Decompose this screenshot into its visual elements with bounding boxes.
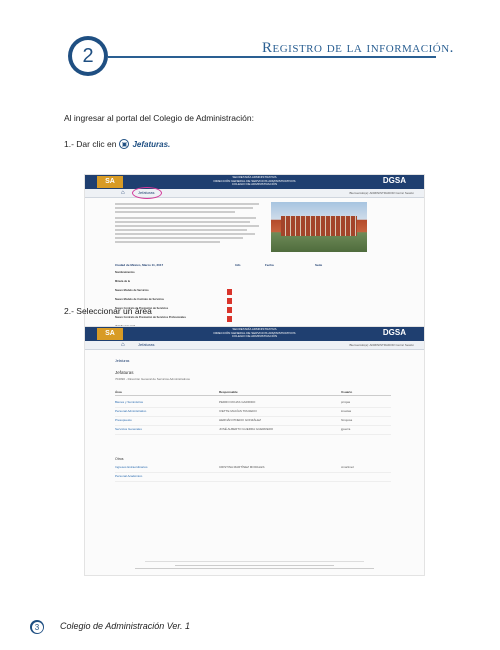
section-title: Registro de la información. bbox=[262, 40, 454, 56]
page-number-badge: 3 bbox=[30, 620, 44, 634]
document-title: Nombramientos bbox=[115, 271, 135, 274]
jefaturas-heading: Jefaturas bbox=[115, 370, 134, 375]
area-responsible: HERNÁN PINEDO GONZÁLEZ bbox=[219, 418, 262, 422]
col-info: Info bbox=[235, 263, 241, 267]
col-area: Área bbox=[115, 390, 122, 394]
section-number: 2 bbox=[72, 40, 104, 72]
document-title: Nuevo Modelo de Servicios bbox=[115, 289, 149, 292]
area-row: Servicios Generales JOSÉ ALBERTO GUERRA G… bbox=[115, 427, 391, 435]
otros-heading: Otros bbox=[115, 457, 124, 461]
document-row[interactable]: Nuevo Modelo de Servicios bbox=[115, 289, 365, 296]
areas-table-header: Área Responsable Usuario bbox=[115, 390, 391, 396]
campus-photo bbox=[271, 202, 367, 252]
pdf-icon[interactable] bbox=[227, 316, 232, 322]
col-fecha: Fecha bbox=[265, 263, 274, 267]
area-row: Presupuesto HERNÁN PINEDO GONZÁLEZ hinojos… bbox=[115, 418, 391, 426]
highlight-oval bbox=[132, 187, 162, 199]
area-user: imacias bbox=[341, 409, 352, 413]
document-row[interactable]: Nuevo Contrato de Prestación de Servicio… bbox=[115, 316, 365, 323]
pdf-icon[interactable] bbox=[227, 298, 232, 304]
area-responsible: IVETTE MACÍAS TRUJEDO bbox=[219, 409, 257, 413]
step-2: 2.- Seleccionar un área bbox=[64, 306, 152, 316]
area-link[interactable]: Ingresos Extraordinarios bbox=[115, 465, 148, 469]
page-number: 3 bbox=[31, 621, 43, 633]
jefaturas-breadcrumb[interactable]: Jefaturas bbox=[115, 359, 129, 363]
home-icon[interactable]: ⌂ bbox=[121, 342, 125, 348]
portal-footer bbox=[85, 561, 424, 571]
document-row[interactable]: Nombramientos bbox=[115, 271, 365, 278]
building bbox=[281, 216, 357, 236]
portal-navbar: ⌂ Jefaturas Bienvenido(a): ADMINISTRADOR… bbox=[85, 341, 424, 350]
dependency-subtitle: 704090 - Dirección General de Servicios … bbox=[115, 377, 190, 381]
nav-jefaturas[interactable]: Jefaturas bbox=[138, 342, 154, 347]
col-usuario: Usuario bbox=[341, 390, 353, 394]
jefaturas-icon: ▣ bbox=[119, 139, 130, 149]
pdf-icon[interactable] bbox=[227, 307, 232, 313]
area-row: Bienes y Suministros PEDRO ROJAS GARRIDO p… bbox=[115, 400, 391, 408]
table-title: Ciudad de México, Marzo 11, 2017 bbox=[115, 263, 164, 267]
area-row: Personal Administrativo IVETTE MACÍAS TRU… bbox=[115, 409, 391, 417]
banner-line: COLEGIO DE ADMINISTRACIÓN bbox=[231, 182, 278, 187]
footer-text: Colegio de Administración Ver. 1 bbox=[60, 621, 191, 631]
intro-text: Al ingresar al portal del Colegio de Adm… bbox=[64, 113, 254, 123]
step-1: 1.- Dar clic en ▣ Jefaturas. bbox=[64, 139, 170, 149]
document-title: Nuevo Modelo de Contrato de Servicios bbox=[115, 298, 165, 301]
document-row[interactable]: Nuevo Modelo de Contrato de Servicios bbox=[115, 298, 365, 305]
portal-screenshot-jefaturas: SA SECRETARÍA ADMINISTRATIVA DIRECCIÓN G… bbox=[84, 326, 425, 576]
home-icon[interactable]: ⌂ bbox=[121, 190, 125, 196]
document-title: Nuevo Contrato de Prestación de Servicio… bbox=[115, 316, 186, 319]
portal-banner: SA SECRETARÍA ADMINISTRATIVA DIRECCIÓN G… bbox=[85, 327, 424, 341]
area-responsible: PEDRO ROJAS GARRIDO bbox=[219, 400, 256, 404]
area-link[interactable]: Personal Académico bbox=[115, 474, 142, 478]
area-responsible: JOSÉ ALBERTO GUERRA GUERRERO bbox=[219, 427, 274, 431]
area-user: cmartinez bbox=[341, 465, 355, 469]
area-user: prrojas bbox=[341, 400, 351, 404]
area-link[interactable]: Personal Administrativo bbox=[115, 409, 146, 413]
dgsa-logo: DGSA bbox=[382, 328, 406, 337]
welcome-text: Bienvenido(a): ADMINISTRADOR Cerrar Sesi… bbox=[349, 191, 414, 195]
section-number-badge: 2 bbox=[68, 36, 108, 76]
document-title: Minuta de la bbox=[115, 280, 130, 283]
area-responsible: CRISTINA MARTÍNEZ MORALES bbox=[219, 465, 265, 469]
col-sede: Sede bbox=[315, 263, 323, 267]
area-link[interactable]: Presupuesto bbox=[115, 418, 132, 422]
area-user: jguerra bbox=[341, 427, 351, 431]
col-responsable: Responsable bbox=[219, 390, 238, 394]
area-link[interactable]: Servicios Generales bbox=[115, 427, 142, 431]
jefaturas-link[interactable]: Jefaturas. bbox=[132, 140, 170, 149]
document-row[interactable]: Minuta de la bbox=[115, 280, 365, 287]
area-row: Personal Académico bbox=[115, 474, 391, 482]
document-row[interactable]: Nuevo Contrato de Prestación de Servicio… bbox=[115, 307, 365, 314]
step-1-text: 1.- Dar clic en bbox=[64, 139, 117, 149]
welcome-text: Bienvenido(a): ADMINISTRADOR Cerrar Sesi… bbox=[349, 343, 414, 347]
banner-line: COLEGIO DE ADMINISTRACIÓN bbox=[231, 334, 278, 339]
area-row: Ingresos Extraordinarios CRISTINA MARTÍNE… bbox=[115, 465, 391, 473]
body-paragraph-placeholder bbox=[115, 203, 265, 245]
area-link[interactable]: Bienes y Suministros bbox=[115, 400, 143, 404]
pdf-icon[interactable] bbox=[227, 289, 232, 295]
banner-titles: SECRETARÍA ADMINISTRATIVA DIRECCIÓN GENE… bbox=[85, 175, 424, 187]
area-user: hinojosa bbox=[341, 418, 353, 422]
portal-banner: SA SECRETARÍA ADMINISTRATIVA DIRECCIÓN G… bbox=[85, 175, 424, 189]
banner-titles: SECRETARÍA ADMINISTRATIVA DIRECCIÓN GENE… bbox=[85, 327, 424, 339]
dgsa-logo: DGSA bbox=[382, 176, 406, 185]
